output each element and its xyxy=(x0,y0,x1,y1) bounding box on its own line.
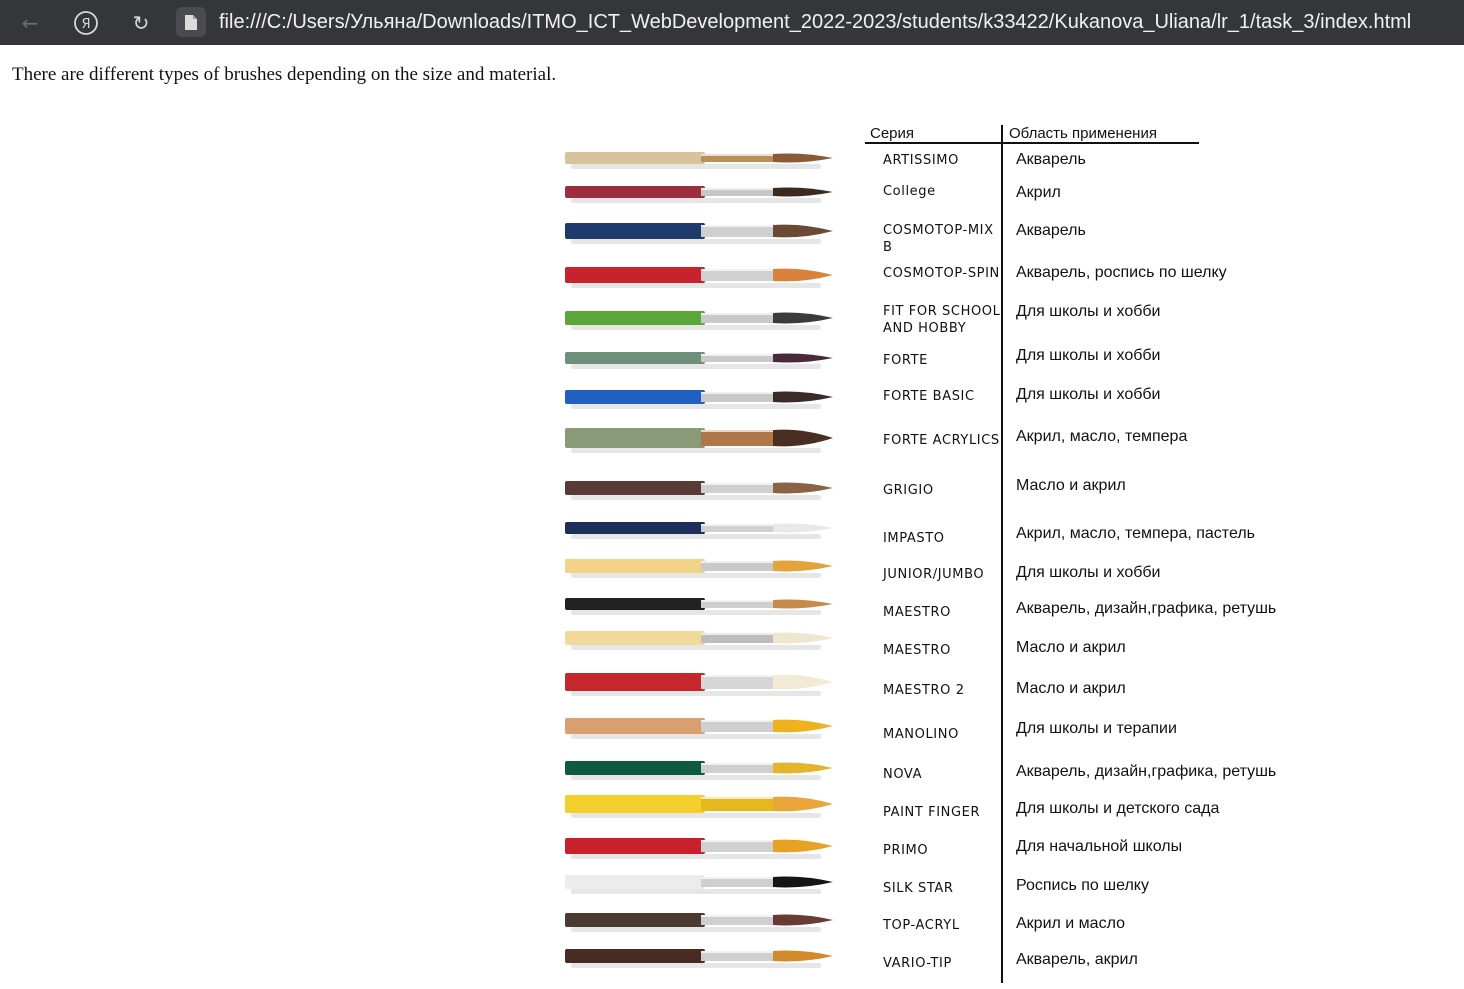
series-name: College xyxy=(883,184,936,199)
series-name: FORTE ACRYLICS xyxy=(883,433,1000,448)
application-text: Акварель xyxy=(1016,151,1086,168)
series-name: PAINT FINGER xyxy=(883,805,981,820)
browser-toolbar: ← Я ↻ file:///C:/Users/Ульяна/Downloads/… xyxy=(0,0,1464,45)
back-arrow-icon[interactable]: ← xyxy=(15,8,45,38)
brush-graphic xyxy=(565,522,833,539)
application-text: Акварель, дизайн,графика, ретушь xyxy=(1016,763,1277,780)
series-name: FORTE xyxy=(883,353,928,368)
brush-graphic xyxy=(565,428,833,453)
brush-graphic xyxy=(565,673,833,696)
brush-graphic xyxy=(565,631,833,650)
series-name: IMPASTO xyxy=(883,531,945,546)
reload-icon[interactable]: ↻ xyxy=(126,8,156,38)
brush-graphic xyxy=(565,838,833,859)
application-text: Для школы и хобби xyxy=(1016,564,1161,581)
header-rule xyxy=(865,142,1199,144)
series-name: COSMOTOP-SPIN xyxy=(883,266,1000,281)
application-text: Акрил xyxy=(1016,184,1061,201)
file-icon[interactable] xyxy=(176,7,206,37)
application-text: Для школы и терапии xyxy=(1016,720,1177,737)
application-text: Акрил, масло, темпера, пастель xyxy=(1016,525,1255,542)
series-name: ARTISSIMO xyxy=(883,153,959,168)
brush-graphic xyxy=(565,390,833,409)
application-text: Масло и акрил xyxy=(1016,639,1126,656)
series-name: FORTE BASIC xyxy=(883,389,975,404)
series-name: FIT FOR SCHOOL AND HOBBY xyxy=(883,304,1001,336)
series-name: MAESTRO xyxy=(883,605,951,620)
header-series: Серия xyxy=(870,125,915,142)
application-text: Для школы и детского сада xyxy=(1016,800,1220,817)
brush-graphic xyxy=(565,267,833,288)
brush-graphic xyxy=(565,481,833,500)
yandex-icon[interactable]: Я xyxy=(71,8,101,38)
series-name: TOP-ACRYL xyxy=(883,918,960,933)
brush-graphic xyxy=(565,949,833,968)
brush-graphic xyxy=(565,186,833,203)
brush-illustrations xyxy=(565,152,833,968)
series-name: MANOLINO xyxy=(883,727,959,742)
application-text: Для школы и хобби xyxy=(1016,386,1161,403)
application-text: Масло и акрил xyxy=(1016,477,1126,494)
application-text: Акварель xyxy=(1016,222,1086,239)
brush-graphic xyxy=(565,795,833,818)
application-text: Акварель, роспись по шелку xyxy=(1016,264,1227,281)
application-text: Акрил, масло, темпера xyxy=(1016,428,1188,445)
series-name: NOVA xyxy=(883,767,923,782)
application-text: Для школы и хобби xyxy=(1016,347,1161,364)
application-text: Роспись по шелку xyxy=(1016,877,1149,894)
application-text: Для школы и хобби xyxy=(1016,303,1161,320)
brush-graphic xyxy=(565,352,833,369)
series-name: VARIO-TIP xyxy=(883,956,952,971)
series-name: MAESTRO xyxy=(883,643,951,658)
header-application: Область применения xyxy=(1009,125,1157,142)
series-name: JUNIOR/JUMBO xyxy=(883,567,985,582)
address-bar[interactable]: file:///C:/Users/Ульяна/Downloads/ITMO_I… xyxy=(219,9,1411,35)
brush-graphic xyxy=(565,875,833,894)
series-name: MAESTRO 2 xyxy=(883,683,965,698)
brush-chart-image: Серия Область применения ARTISSIMO Акваре… xyxy=(563,120,1283,989)
application-text: Акварель, акрил xyxy=(1016,951,1138,968)
brush-graphic xyxy=(565,152,833,169)
brush-graphic xyxy=(565,913,833,932)
brush-graphic xyxy=(565,718,833,739)
series-name: COSMOTOP-MIX B xyxy=(883,223,994,255)
series-name: SILK STAR xyxy=(883,881,954,896)
application-text: Акрил и масло xyxy=(1016,915,1125,932)
application-text: Для начальной школы xyxy=(1016,838,1183,855)
series-name: PRIMO xyxy=(883,843,929,858)
intro-text: There are different types of brushes dep… xyxy=(12,64,557,85)
brush-graphic xyxy=(565,223,833,244)
application-text: Акварель, дизайн,графика, ретушь xyxy=(1016,600,1277,617)
svg-text:Я: Я xyxy=(81,17,90,32)
application-text: Масло и акрил xyxy=(1016,680,1126,697)
yandex-circle-icon: Я xyxy=(74,11,98,35)
brush-graphic xyxy=(565,598,833,615)
series-name: GRIGIO xyxy=(883,483,934,498)
brush-graphic xyxy=(565,559,833,578)
brush-graphic xyxy=(565,311,833,330)
brush-graphic xyxy=(565,761,833,780)
